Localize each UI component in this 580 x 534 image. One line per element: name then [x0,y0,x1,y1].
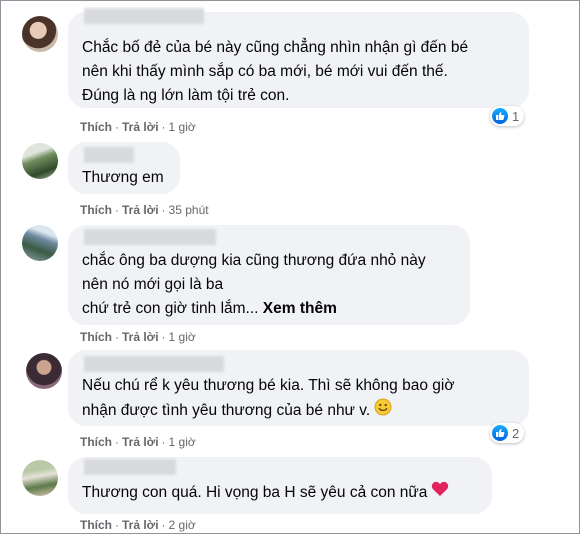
reaction-count: 2 [512,425,520,441]
comment-text-line: Chắc bố đẻ của bé này cũng chẳng nhìn nh… [82,39,469,56]
avatar[interactable] [22,143,58,179]
like-icon [492,425,508,441]
comment-text-line: nên nó mới gọi là ba [82,276,224,293]
like-link[interactable]: Thích [80,435,112,449]
timestamp[interactable]: 1 giờ [169,435,196,449]
avatar[interactable] [22,225,58,261]
comment-actions: Thích · Trả lời · 1 giờ [80,120,196,134]
reply-link[interactable]: Trả lời [122,203,159,217]
comment-bubble: Thương con quá. Hi vọng ba H sẽ yêu cả c… [68,457,492,514]
heart-emoji-icon [431,481,449,505]
comment-actions: Thích · Trả lời · 35 phút [80,203,209,217]
like-link[interactable]: Thích [80,518,112,532]
comment-text-line: chứ trẻ con giờ tinh lắm... Xem thêm [82,297,426,321]
see-more-link[interactable]: Xem thêm [263,300,337,317]
timestamp[interactable]: 1 giờ [169,120,196,134]
comment-text-segment: Thương con quá. Hi vọng ba H sẽ yêu cả c… [82,484,428,502]
reply-link[interactable]: Trả lời [122,120,159,134]
reaction-summary[interactable]: 2 [490,423,525,443]
comment-text-line: nên khi thấy mình sắp có ba mới, bé mới … [82,63,448,80]
comment-text-line: Nếu chú rể k yêu thương bé kia. Thì sẽ k… [82,377,455,394]
avatar[interactable] [22,460,58,496]
comment-bubble: Thương em [68,142,180,194]
reaction-count: 1 [512,108,520,124]
comment-text-line: chắc ông ba dượng kia cũng thương đứa nh… [82,252,426,269]
redacted-author-name [84,229,216,245]
comment-text-line: Đúng là ng lớn làm tội trẻ con. [82,87,290,104]
comment-text-line: Thương em [82,169,164,186]
comment-bubble: chắc ông ba dượng kia cũng thương đứa nh… [68,225,470,325]
avatar[interactable] [22,16,58,52]
timestamp[interactable]: 1 giờ [169,330,196,344]
reply-link[interactable]: Trả lời [122,435,159,449]
redacted-author-name [84,459,176,475]
redacted-author-name [84,356,224,372]
reply-link[interactable]: Trả lời [122,518,159,532]
comment-text-truncated: chứ trẻ con giờ tinh lắm... [82,300,259,317]
comment-bubble: Nếu chú rể k yêu thương bé kia. Thì sẽ k… [68,350,529,426]
timestamp[interactable]: 2 giờ [169,518,196,532]
timestamp[interactable]: 35 phút [169,203,209,217]
like-link[interactable]: Thích [80,330,112,344]
comment-actions: Thích · Trả lời · 2 giờ [80,518,196,532]
comment-actions: Thích · Trả lời · 1 giờ [80,330,196,344]
reaction-summary[interactable]: 1 [490,106,525,126]
redacted-author-name [84,147,134,163]
like-link[interactable]: Thích [80,120,112,134]
like-icon [492,108,508,124]
comment-text-line: nhận được tình yêu thương của bé như v. [82,398,455,424]
redacted-author-name [84,8,204,24]
like-link[interactable]: Thích [80,203,112,217]
comment-bubble: Chắc bố đẻ của bé này cũng chẳng nhìn nh… [68,8,529,108]
smile-emoji-icon [374,398,392,424]
comment-actions: Thích · Trả lời · 1 giờ [80,435,196,449]
comment-text-segment: nhận được tình yêu thương của bé như v. [82,402,371,420]
comment-text-line: Thương con quá. Hi vọng ba H sẽ yêu cả c… [82,481,449,505]
avatar[interactable] [26,353,62,389]
reply-link[interactable]: Trả lời [122,330,159,344]
